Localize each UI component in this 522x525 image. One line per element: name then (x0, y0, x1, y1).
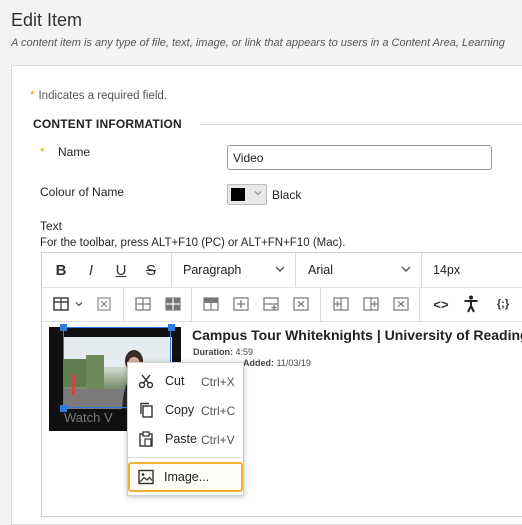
bold-button[interactable]: B (50, 259, 72, 281)
menu-item-paste[interactable]: Paste Ctrl+V (128, 426, 243, 452)
name-input[interactable] (227, 145, 492, 170)
menu-label-paste: Paste (165, 432, 197, 446)
required-star: * (40, 145, 45, 159)
copy-icon (138, 402, 154, 418)
paragraph-select[interactable]: Paragraph (183, 263, 241, 277)
menu-item-copy[interactable]: Copy Ctrl+C (128, 397, 243, 423)
menu-label-cut: Cut (165, 374, 185, 388)
menu-label-image: Image... (164, 470, 210, 484)
menu-item-image[interactable]: Image... (128, 462, 243, 492)
delete-row-icon[interactable] (290, 293, 312, 315)
toolbar-divider (421, 253, 422, 287)
toolbar-help: For the toolbar, press ALT+F10 (PC) or A… (40, 237, 346, 249)
insert-col-after-icon[interactable] (360, 293, 382, 315)
name-label: * Name (40, 145, 90, 159)
toolbar-divider (191, 288, 192, 321)
insert-row-before-icon[interactable] (200, 293, 222, 315)
duration-label: Duration: (193, 347, 233, 357)
added-label: Added: (243, 358, 274, 368)
video-duration: Duration: 4:59 (193, 347, 253, 357)
section-divider (200, 124, 522, 125)
accessibility-icon[interactable] (460, 293, 482, 315)
chevron-down-icon (400, 262, 412, 280)
shortcut-paste: Ctrl+V (201, 433, 235, 447)
toolbar-divider (171, 253, 172, 287)
required-star: * (30, 90, 35, 102)
colour-value: Black (272, 188, 302, 202)
page-subtitle: A content item is any type of file, text… (11, 37, 505, 49)
toolbar-divider (419, 288, 420, 321)
shortcut-cut: Ctrl+X (201, 375, 235, 389)
chevron-down-icon (274, 262, 286, 280)
added-value: 11/03/19 (276, 358, 311, 368)
resize-handle[interactable] (60, 324, 67, 331)
toolbar-row-2: <> {;} (42, 288, 522, 322)
toolbar-divider (320, 288, 321, 321)
toolbar-row-1: B I U S Paragraph Arial 14px (42, 253, 522, 288)
table-row-props-icon[interactable] (132, 293, 154, 315)
video-title[interactable]: Campus Tour Whiteknights | University of… (192, 327, 522, 343)
name-label-text: Name (58, 145, 91, 159)
colour-label: Colour of Name (40, 185, 125, 199)
section-heading: CONTENT INFORMATION (33, 117, 182, 131)
duration-value: 4:59 (235, 347, 254, 357)
font-size-select[interactable]: 14px (433, 263, 460, 277)
menu-label-copy: Copy (165, 403, 195, 417)
required-note: * Indicates a required field. (30, 90, 167, 102)
chevron-down-icon (251, 188, 264, 201)
text-label: Text (40, 219, 63, 233)
resize-handle[interactable] (60, 405, 67, 412)
chevron-down-icon[interactable] (68, 293, 90, 315)
shortcut-copy: Ctrl+C (201, 404, 236, 418)
required-note-text: Indicates a required field. (38, 90, 167, 102)
menu-item-cut[interactable]: Cut Ctrl+X (128, 368, 243, 394)
image-icon (138, 469, 154, 485)
insert-row-after-icon[interactable] (230, 293, 252, 315)
video-added: Added: 11/03/19 (243, 358, 311, 368)
colour-swatch (231, 188, 245, 201)
font-select[interactable]: Arial (308, 263, 333, 277)
source-code-button[interactable]: <> (430, 293, 452, 315)
italic-button[interactable]: I (80, 259, 102, 281)
paste-icon (138, 431, 154, 447)
insert-col-icon[interactable] (260, 293, 282, 315)
scissors-icon (138, 373, 154, 389)
toolbar-divider (295, 253, 296, 287)
page-title: Edit Item (11, 10, 83, 30)
resize-handle[interactable] (168, 324, 175, 331)
underline-button[interactable]: U (110, 259, 132, 281)
menu-divider (128, 457, 243, 458)
strikethrough-button[interactable]: S (140, 259, 162, 281)
insert-col-before-icon[interactable] (330, 293, 352, 315)
colour-picker[interactable] (227, 184, 267, 205)
toolbar-divider (123, 288, 124, 321)
table-cell-props-icon[interactable] (162, 293, 184, 315)
delete-table-icon[interactable] (93, 293, 115, 315)
embed-button[interactable]: {;} (492, 293, 514, 315)
delete-col-icon[interactable] (390, 293, 412, 315)
